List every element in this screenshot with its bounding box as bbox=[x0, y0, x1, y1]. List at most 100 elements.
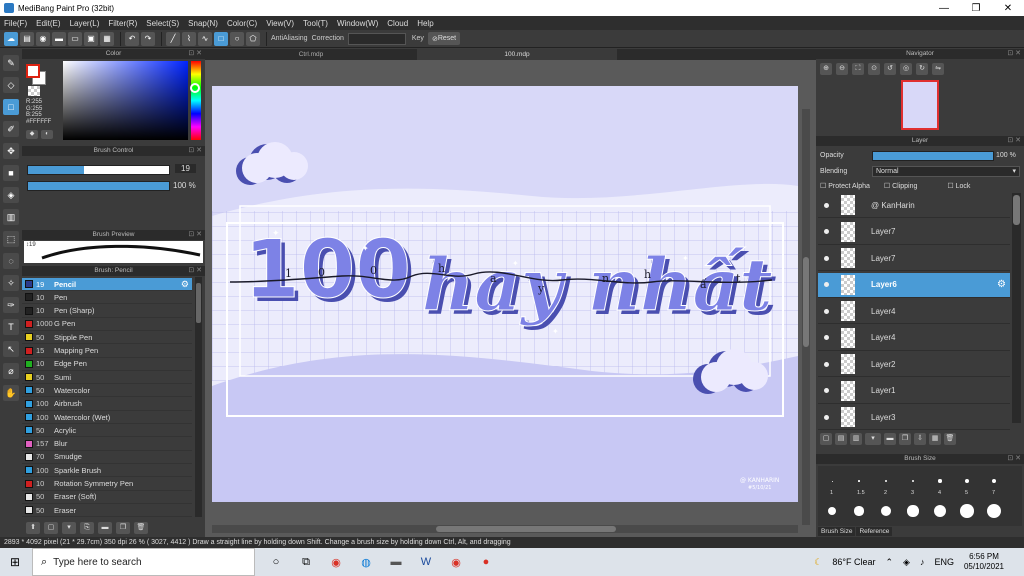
tab-brush-size[interactable]: Brush Size bbox=[818, 527, 856, 536]
panel-close-icon[interactable]: ⊡ ✕ bbox=[188, 230, 202, 240]
scrollbar-thumb[interactable] bbox=[196, 283, 201, 323]
gear-icon[interactable]: ⚙ bbox=[997, 279, 1006, 290]
eyedropper-icon[interactable]: ⌀ bbox=[3, 363, 19, 379]
brush-size-option[interactable] bbox=[955, 496, 979, 526]
menu-select[interactable]: Select(S) bbox=[146, 19, 179, 28]
cloud-icon[interactable]: ☁ bbox=[4, 31, 18, 46]
select-pen-icon[interactable]: ✑ bbox=[3, 297, 19, 313]
brush-item[interactable]: 50 Stipple Pen bbox=[22, 331, 192, 345]
panel-close-icon[interactable]: ⊡ ✕ bbox=[188, 49, 202, 59]
brush-item[interactable]: 157 Blur bbox=[22, 438, 192, 451]
navigator-thumbnail[interactable] bbox=[901, 80, 939, 130]
add-brush-icon[interactable]: ⬆ bbox=[26, 521, 40, 534]
gradient-icon[interactable]: ▥ bbox=[3, 209, 19, 225]
tab-ctrl[interactable]: Ctrl.mdp bbox=[211, 49, 411, 60]
network-icon[interactable]: ◈ bbox=[903, 557, 910, 568]
word-icon[interactable]: W bbox=[417, 553, 435, 571]
menu-layer[interactable]: Layer(L) bbox=[70, 19, 100, 28]
panel-close-icon[interactable]: ⊡ ✕ bbox=[188, 266, 202, 276]
panel-close-icon[interactable]: ⊡ ✕ bbox=[1007, 49, 1021, 59]
reset-button[interactable]: ⊘ Reset bbox=[427, 32, 461, 45]
brush-item[interactable]: 10 Pen bbox=[22, 291, 192, 305]
actual-size-icon[interactable]: ⊙ bbox=[868, 63, 880, 75]
magic-wand-icon[interactable]: ✧ bbox=[3, 275, 19, 291]
scrollbar-thumb[interactable] bbox=[803, 257, 809, 347]
brush-item[interactable]: 10 Edge Pen bbox=[22, 358, 192, 371]
language-indicator[interactable]: ENG bbox=[934, 557, 954, 567]
visibility-icon[interactable] bbox=[824, 335, 829, 340]
visibility-icon[interactable] bbox=[824, 361, 829, 367]
menu-tool[interactable]: Tool(T) bbox=[303, 19, 328, 28]
pen-tool-icon[interactable]: ✐ bbox=[3, 121, 19, 137]
merge-down-icon[interactable]: ⇩ bbox=[914, 433, 926, 445]
weather-text[interactable]: 86°F Clear bbox=[832, 557, 875, 567]
menu-file[interactable]: File(F) bbox=[4, 19, 27, 28]
menu-edit[interactable]: Edit(E) bbox=[36, 19, 60, 28]
grid-icon[interactable]: ▦ bbox=[100, 31, 114, 46]
menu-snap[interactable]: Snap(N) bbox=[188, 19, 218, 28]
transparent-swatch[interactable] bbox=[28, 86, 40, 96]
brush-tool-icon[interactable]: ✎ bbox=[3, 55, 19, 71]
layer-scrollbar[interactable] bbox=[1012, 193, 1021, 423]
layer-row[interactable]: Layer6 ⚙ bbox=[818, 272, 1010, 298]
reset-rotation-icon[interactable]: ◎ bbox=[900, 63, 912, 75]
polygon-tool-icon[interactable]: ⬠ bbox=[246, 31, 260, 46]
brush-copy-icon[interactable]: ⎘ bbox=[80, 521, 94, 534]
layer-row[interactable]: @ KanHarin bbox=[818, 193, 1010, 218]
visibility-icon[interactable] bbox=[824, 308, 829, 314]
rectangle-tool-icon[interactable]: □ bbox=[214, 31, 228, 46]
add-layer-menu-icon[interactable]: ▾ bbox=[865, 433, 881, 445]
menu-view[interactable]: View(V) bbox=[266, 19, 294, 28]
brush-list-scrollbar[interactable] bbox=[195, 277, 202, 517]
undo-icon[interactable]: ↶ bbox=[125, 31, 139, 46]
new-layer-icon[interactable]: ▢ bbox=[820, 433, 832, 445]
layer-row[interactable]: Layer4 bbox=[818, 326, 1010, 351]
fill-square-icon[interactable]: ■ bbox=[3, 165, 19, 181]
flip-icon[interactable]: ⇋ bbox=[932, 63, 944, 75]
brush-item[interactable]: 70 Smudge bbox=[22, 451, 192, 464]
scrollbar-thumb[interactable] bbox=[1013, 195, 1020, 225]
task-view-icon[interactable]: ⧉ bbox=[297, 553, 315, 571]
curve-tool-icon[interactable]: ∿ bbox=[198, 31, 212, 46]
canvas-horizontal-scrollbar[interactable] bbox=[212, 525, 798, 533]
maximize-button[interactable]: ❐ bbox=[960, 3, 992, 14]
new-file-icon[interactable]: ▤ bbox=[20, 31, 34, 46]
brush-size-option[interactable] bbox=[901, 496, 925, 526]
clipping-checkbox[interactable]: ☐ Clipping bbox=[884, 182, 918, 190]
brush-item[interactable]: 10 Rotation Symmetry Pen bbox=[22, 478, 192, 491]
hand-tool-icon[interactable]: ✋ bbox=[3, 385, 19, 401]
visibility-icon[interactable] bbox=[824, 255, 829, 261]
brush-item[interactable]: 1000 G Pen bbox=[22, 318, 192, 331]
visibility-icon[interactable] bbox=[824, 414, 829, 420]
menu-filter[interactable]: Filter(R) bbox=[108, 19, 137, 28]
zoom-in-icon[interactable]: ⊕ bbox=[820, 63, 832, 75]
correction-dropdown[interactable] bbox=[347, 32, 406, 45]
panel-close-icon[interactable]: ⊡ ✕ bbox=[1007, 454, 1021, 464]
brush-item[interactable]: 100 Sparkle Brush bbox=[22, 464, 192, 478]
blending-dropdown[interactable]: Normal ▾ bbox=[872, 166, 1020, 177]
clock[interactable]: 6:56 PM 05/10/2021 bbox=[964, 552, 1004, 572]
menu-help[interactable]: Help bbox=[417, 19, 433, 28]
brush-item[interactable]: 50 Sumi bbox=[22, 371, 192, 385]
taskbar-search[interactable]: ⌕ Type here to search bbox=[32, 548, 255, 576]
panel-icon[interactable]: ▭ bbox=[68, 31, 82, 46]
chrome-profile-icon[interactable]: ◉ bbox=[447, 553, 465, 571]
brush-item[interactable]: 50 Eraser bbox=[22, 504, 192, 518]
polyline-tool-icon[interactable]: ⌇ bbox=[182, 31, 196, 46]
layer-row[interactable]: Layer1 bbox=[818, 379, 1010, 404]
eraser-tool-icon[interactable]: ◇ bbox=[3, 77, 19, 93]
select-icon[interactable]: ⬚ bbox=[3, 231, 19, 247]
canvas-vertical-scrollbar[interactable] bbox=[802, 109, 810, 525]
scrollbar-thumb[interactable] bbox=[436, 526, 616, 532]
brush-opacity-slider[interactable] bbox=[27, 181, 170, 191]
windows-start-icon[interactable]: ⊞ bbox=[10, 555, 20, 569]
brush-delete-icon[interactable]: 🗑 bbox=[134, 521, 148, 534]
saturation-brightness-picker[interactable] bbox=[63, 61, 188, 140]
menu-color[interactable]: Color(C) bbox=[227, 19, 257, 28]
edge-icon[interactable]: ◍ bbox=[357, 553, 375, 571]
brush-size-option[interactable] bbox=[982, 496, 1006, 526]
operation-icon[interactable]: ↖ bbox=[3, 341, 19, 357]
fit-icon[interactable]: ⛶ bbox=[852, 63, 864, 75]
color-mode-icon[interactable]: ◆ bbox=[26, 130, 38, 139]
brush-size-option[interactable] bbox=[874, 496, 898, 526]
